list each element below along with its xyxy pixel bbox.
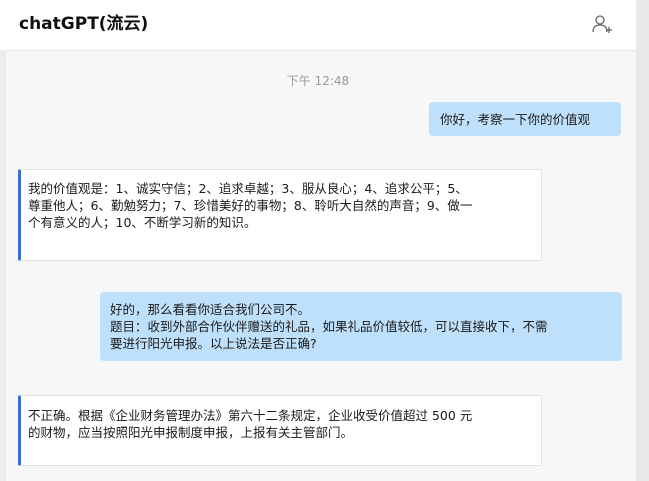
message-line: 题目：收到外部合作伙伴赠送的礼品，如果礼品价值较低，可以直接收下，不需	[110, 319, 548, 334]
message-line: 好的，那么看看你适合我们公司不。	[110, 302, 311, 317]
add-contact-icon[interactable]	[590, 12, 614, 36]
scrollbar-track[interactable]	[636, 0, 649, 481]
left-panel-edge	[0, 50, 6, 481]
outgoing-message[interactable]: 好的，那么看看你适合我们公司不。 题目：收到外部合作伙伴赠送的礼品，如果礼品价值…	[100, 292, 622, 361]
message-line: 的财物，应当按照阳光申报制度申报，上报有关主管部门。	[28, 425, 354, 440]
incoming-message[interactable]: 我的价值观是：1、诚实守信；2、追求卓越；3、服从良心；4、追求公平；5、 尊重…	[18, 169, 542, 261]
message-line: 你好，考察一下你的价值观	[440, 112, 591, 127]
incoming-message[interactable]: 不正确。根据《企业财务管理办法》第六十二条规定，企业收受价值超过 500 元 的…	[18, 395, 542, 466]
message-line: 要进行阳光申报。以上说法是否正确?	[110, 336, 317, 351]
chat-title: chatGPT(流云)	[19, 14, 149, 34]
message-line: 我的价值观是：1、诚实守信；2、追求卓越；3、服从良心；4、追求公平；5、	[28, 181, 468, 196]
message-line: 不正确。根据《企业财务管理办法》第六十二条规定，企业收受价值超过 500 元	[28, 408, 473, 423]
chat-window: chatGPT(流云) 下午 12:48 你好，考察一下你的价值观 我的价值观是…	[0, 0, 636, 481]
message-line: 个有意义的人；10、不断学习新的知识。	[28, 215, 257, 230]
message-timestamp: 下午 12:48	[286, 74, 350, 88]
outgoing-message[interactable]: 你好，考察一下你的价值观	[429, 102, 621, 136]
chat-header: chatGPT(流云)	[0, 0, 636, 51]
message-line: 尊重他人；6、勤勉努力；7、珍惜美好的事物；8、聆听大自然的声音；9、做一	[28, 198, 473, 213]
